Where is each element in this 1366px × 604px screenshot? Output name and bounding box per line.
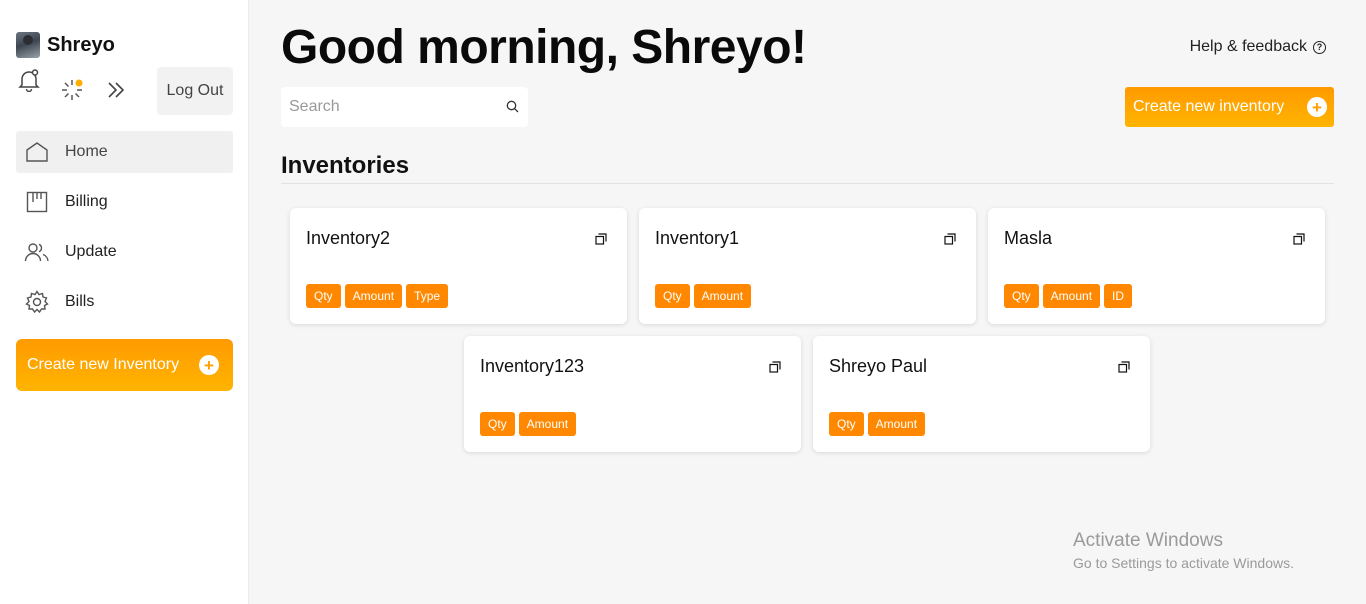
sidebar-create-inventory-button[interactable]: Create new Inventory +	[16, 339, 233, 391]
tag: Qty	[655, 284, 690, 308]
tag: ID	[1104, 284, 1133, 308]
create-new-inventory-button[interactable]: Create new inventory +	[1125, 87, 1334, 127]
loading-spinner-icon[interactable]	[59, 77, 85, 103]
gear-icon	[24, 289, 50, 315]
logout-button[interactable]: Log Out	[157, 67, 233, 115]
tag-list: Qty Amount	[480, 412, 580, 436]
page-title: Good morning, Shreyo!	[281, 21, 807, 74]
section-title: Inventories	[281, 152, 410, 179]
tag: Amount	[867, 412, 926, 436]
sidebar-item-label: Update	[65, 243, 117, 260]
tag: Qty	[829, 412, 864, 436]
sidebar-item-label: Home	[65, 143, 108, 160]
plus-circle-icon: +	[1307, 97, 1327, 117]
watermark-title: Activate Windows	[1073, 530, 1223, 551]
windows-activation-watermark: Activate Windows Go to Settings to activ…	[1073, 530, 1294, 571]
inventory-card[interactable]: Masla Qty Amount ID	[988, 208, 1325, 324]
sidebar-nav: Home Billing Update Bills	[16, 131, 233, 331]
inventory-card-title: Inventory123	[480, 356, 585, 376]
watermark-subtitle: Go to Settings to activate Windows.	[1073, 555, 1294, 571]
plus-circle-icon: +	[199, 355, 219, 375]
inventory-card-title: Shreyo Paul	[829, 356, 928, 376]
user-profile[interactable]: Shreyo	[16, 32, 115, 58]
question-circle-icon: ?	[1313, 40, 1326, 54]
tag: Amount	[518, 412, 577, 436]
tag: Qty	[480, 412, 515, 436]
avatar	[16, 32, 40, 58]
billing-icon	[24, 189, 50, 215]
tag: Amount	[1042, 284, 1101, 308]
open-external-icon[interactable]	[595, 233, 607, 245]
inventory-card-title: Inventory1	[655, 228, 740, 248]
search-icon[interactable]	[506, 100, 519, 118]
help-feedback-link[interactable]: Help & feedback ?	[1190, 38, 1326, 56]
create-button-label: Create new Inventory	[27, 356, 180, 373]
sidebar-item-label: Bills	[65, 293, 95, 310]
search-box	[281, 87, 528, 127]
sidebar-item-update[interactable]: Update	[16, 231, 233, 273]
inventory-card[interactable]: Inventory1 Qty Amount	[639, 208, 976, 324]
help-label: Help & feedback	[1189, 38, 1307, 55]
open-external-icon[interactable]	[769, 361, 781, 373]
double-chevron-right-icon[interactable]	[103, 77, 129, 103]
tag: Type	[406, 284, 449, 308]
sidebar-quick-actions	[16, 67, 125, 100]
open-external-icon[interactable]	[1293, 233, 1305, 245]
sidebar: Shreyo Log Out Home Billing Update Bills…	[0, 0, 249, 604]
open-external-icon[interactable]	[1118, 361, 1130, 373]
tag-list: Qty Amount Type	[306, 284, 452, 308]
create-button-label: Create new inventory	[1133, 98, 1285, 115]
inventory-card-title: Masla	[1004, 228, 1053, 248]
tag-list: Qty Amount ID	[1004, 284, 1136, 308]
user-name: Shreyo	[47, 33, 115, 56]
inventory-card[interactable]: Inventory2 Qty Amount Type	[290, 208, 627, 324]
tag: Qty	[1004, 284, 1039, 308]
sidebar-item-home[interactable]: Home	[16, 131, 233, 173]
divider	[281, 183, 1334, 184]
tag: Amount	[344, 284, 403, 308]
inventory-card[interactable]: Shreyo Paul Qty Amount	[813, 336, 1150, 452]
tag: Qty	[306, 284, 341, 308]
home-icon	[24, 139, 50, 165]
users-icon	[24, 239, 50, 265]
sidebar-item-label: Billing	[65, 193, 108, 210]
tag-list: Qty Amount	[655, 284, 755, 308]
tag-list: Qty Amount	[829, 412, 929, 436]
bell-icon[interactable]	[16, 67, 42, 93]
inventory-card-title: Inventory2	[306, 228, 391, 248]
sidebar-item-billing[interactable]: Billing	[16, 181, 233, 223]
tag: Amount	[693, 284, 752, 308]
search-input[interactable]	[281, 87, 481, 127]
inventory-card[interactable]: Inventory123 Qty Amount	[464, 336, 801, 452]
open-external-icon[interactable]	[944, 233, 956, 245]
sidebar-item-bills[interactable]: Bills	[16, 281, 233, 323]
